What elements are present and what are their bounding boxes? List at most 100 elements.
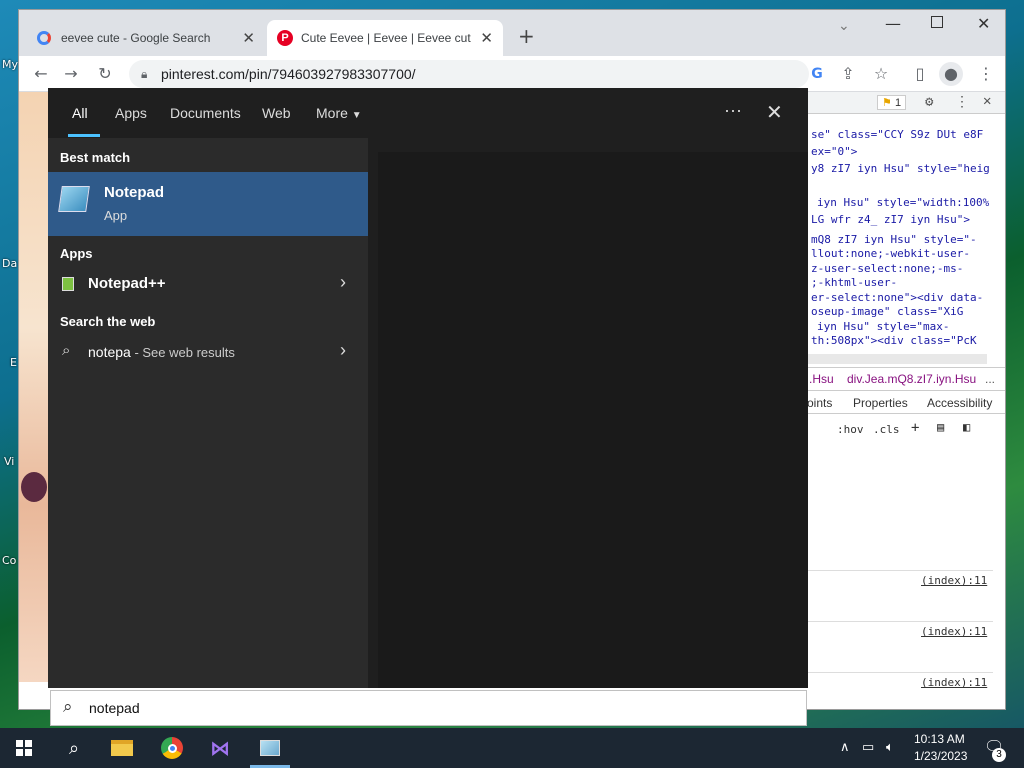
divider: [807, 570, 993, 571]
search-web-header: Search the web: [60, 314, 156, 329]
minimize-icon[interactable]: —: [885, 14, 901, 33]
visual-studio-icon[interactable]: ⋈: [196, 728, 244, 768]
subtab[interactable]: Accessibility: [927, 396, 992, 410]
code-line: iyn Hsu" style="max-: [817, 320, 950, 333]
breadcrumb-item[interactable]: div.Jea.mQ8.zI7.iyn.Hsu: [847, 372, 976, 386]
gear-icon[interactable]: ⚙: [925, 94, 933, 110]
forward-icon[interactable]: →: [59, 62, 83, 86]
pin-image[interactable]: [19, 92, 49, 682]
subtab[interactable]: Properties: [853, 396, 908, 410]
best-match-result[interactable]: Notepad App: [48, 172, 368, 236]
tab-web[interactable]: Web: [262, 105, 291, 121]
app-result-notepadpp[interactable]: Notepad++ ›: [48, 268, 368, 302]
horizontal-scrollbar[interactable]: [807, 354, 987, 364]
desktop-icon-label[interactable]: E: [10, 356, 17, 369]
close-devtools-icon[interactable]: ✕: [983, 93, 991, 109]
chevron-right-icon[interactable]: ›: [340, 272, 346, 293]
search-filter-bar: All Apps Documents Web More ▼ ··· ✕: [48, 88, 808, 138]
windows-start-icon[interactable]: [0, 728, 48, 768]
tab-apps[interactable]: Apps: [115, 105, 147, 121]
best-match-type: App: [104, 208, 128, 223]
address-bar[interactable]: 🔒︎ pinterest.com/pin/794603927983307700/: [129, 60, 809, 88]
side-panel-icon[interactable]: ▯: [908, 62, 932, 86]
caret-down-icon: ▼: [351, 110, 362, 121]
close-icon[interactable]: ✕: [766, 100, 783, 125]
desktop-icon-label[interactable]: Vi: [4, 455, 14, 468]
active-tab-indicator: [68, 134, 100, 137]
source-link[interactable]: (index):11: [921, 625, 987, 638]
code-line: z-user-select:none;-ms-: [811, 262, 964, 275]
divider: [807, 672, 993, 673]
hov-toggle[interactable]: :hov: [837, 423, 864, 436]
file-explorer-icon[interactable]: [98, 728, 146, 768]
clock-time[interactable]: 10:13 AM: [914, 732, 965, 746]
kebab-icon[interactable]: ⋮: [955, 94, 969, 110]
tab-strip: eevee cute - Google Search ✕ P Cute Eeve…: [19, 10, 1005, 56]
back-icon[interactable]: ←: [29, 62, 53, 86]
code-line: ex="0">: [811, 145, 858, 158]
search-input[interactable]: ⌕ notepad: [50, 690, 807, 726]
code-line: iyn Hsu" style="width:100%: [817, 196, 990, 209]
add-rule-icon[interactable]: +: [911, 420, 919, 436]
web-result[interactable]: ⌕ notepa - See web results ›: [48, 336, 368, 370]
best-match-header: Best match: [60, 150, 131, 165]
ellipsis-icon[interactable]: ···: [724, 100, 742, 121]
close-window-icon[interactable]: ✕: [977, 14, 990, 33]
tab-title: Cute Eevee | Eevee | Eevee cute,: [301, 31, 471, 45]
maximize-icon[interactable]: [931, 16, 943, 28]
tab-search-icon[interactable]: ⌄: [838, 18, 850, 34]
search-taskbar-icon[interactable]: ⌕: [50, 728, 98, 768]
network-icon[interactable]: ▭: [862, 739, 874, 755]
notepad-taskbar-icon[interactable]: [246, 728, 294, 768]
chrome-icon[interactable]: [148, 728, 196, 768]
paint-icon[interactable]: ▤: [937, 420, 944, 434]
close-tab-icon[interactable]: ✕: [242, 29, 255, 47]
tab-more[interactable]: More ▼: [316, 105, 362, 121]
desktop-icon-label[interactable]: Da: [2, 257, 17, 270]
breadcrumb: .Hsu div.Jea.mQ8.zI7.iyn.Hsu ...: [807, 367, 1005, 389]
tab-all[interactable]: All: [72, 105, 88, 121]
notification-count: 3: [992, 748, 1006, 762]
app-name: Notepad++: [88, 275, 166, 292]
web-suffix: - See web results: [130, 345, 235, 360]
google-lens-icon[interactable]: G: [805, 62, 829, 86]
volume-icon[interactable]: 🔈︎: [886, 739, 894, 755]
tab-google-search[interactable]: eevee cute - Google Search ✕: [27, 20, 265, 56]
clock-date[interactable]: 1/23/2023: [914, 749, 967, 763]
reload-icon[interactable]: ↻: [93, 62, 117, 86]
pinterest-icon: P: [277, 30, 293, 46]
share-icon[interactable]: ⇪: [836, 62, 860, 86]
code-line: er-select:none"><div data-: [811, 291, 984, 304]
subtab[interactable]: oints: [807, 396, 832, 410]
bookmark-star-icon[interactable]: ☆: [869, 62, 893, 86]
chevron-up-icon[interactable]: ∧: [840, 739, 850, 755]
breadcrumb-more[interactable]: ...: [985, 372, 995, 386]
breadcrumb-item[interactable]: .Hsu: [809, 372, 834, 386]
lock-icon: 🔒︎: [141, 67, 148, 81]
menu-dots-icon[interactable]: ⋮: [974, 62, 998, 86]
issues-badge[interactable]: ⚑ 1: [877, 95, 907, 110]
tab-documents[interactable]: Documents: [170, 105, 241, 121]
start-menu-search: All Apps Documents Web More ▼ ··· ✕ Best…: [48, 88, 808, 688]
divider: [807, 621, 993, 622]
code-line: se" class="CCY S9z DUt e8F: [811, 128, 984, 141]
search-icon: ⌕: [62, 342, 71, 359]
new-tab-icon[interactable]: +: [518, 24, 535, 48]
desktop-icon-label[interactable]: My: [2, 58, 18, 71]
eevee-eye: [21, 472, 47, 502]
sidebar-toggle-icon[interactable]: ◧: [963, 420, 970, 434]
source-link[interactable]: (index):11: [921, 574, 987, 587]
search-text: notepad: [89, 700, 140, 716]
issues-count: 1: [894, 97, 902, 109]
tab-pinterest[interactable]: P Cute Eevee | Eevee | Eevee cute, ✕: [267, 20, 503, 56]
profile-avatar-icon[interactable]: ●: [939, 62, 963, 86]
devtools-panel: ⚑ 1 ⚙ ⋮ ✕ se" class="CCY S9z DUt e8F ex=…: [807, 92, 1005, 709]
cls-toggle[interactable]: .cls: [873, 423, 900, 436]
tab-more-label: More: [316, 105, 348, 121]
code-line: th:508px"><div class="PcK: [811, 334, 977, 347]
chevron-right-icon[interactable]: ›: [340, 340, 346, 361]
source-link[interactable]: (index):11: [921, 676, 987, 689]
desktop-icon-label[interactable]: Co: [2, 554, 16, 567]
taskbar: ⌕ ⋈ ∧ ▭ 🔈︎ 10:13 AM 1/23/2023 🗨︎ 3: [0, 728, 1024, 768]
close-tab-icon[interactable]: ✕: [480, 29, 493, 47]
